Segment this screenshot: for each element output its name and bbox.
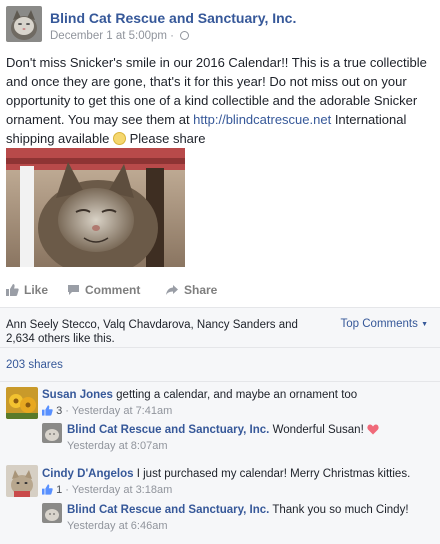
smile-emoji-icon (112, 132, 126, 145)
share-button[interactable]: Share (165, 283, 217, 297)
comment-icon (68, 285, 79, 295)
post-meta: December 1 at 5:00pm · (50, 30, 190, 42)
reply-time[interactable]: Yesterday at 8:07am (67, 439, 168, 454)
share-label: Share (184, 283, 218, 297)
comment-label: Comment (85, 283, 141, 297)
comment-text: getting a calendar, and maybe an ornamen… (112, 389, 358, 401)
post-actions: Like Comment Share (0, 283, 440, 303)
reply-avatar[interactable] (42, 503, 62, 523)
comment-button[interactable]: Comment (67, 283, 140, 297)
likes-summary[interactable]: Ann Seely Stecco, Valq Chavdarova, Nancy… (6, 318, 326, 346)
feedback-section: Ann Seely Stecco, Valq Chavdarova, Nancy… (0, 307, 440, 544)
comment-author-link[interactable]: Susan Jones (42, 389, 113, 401)
post-timestamp[interactable]: December 1 at 5:00pm (50, 30, 167, 42)
shares-link[interactable]: 203 shares (6, 359, 63, 371)
thumbs-up-icon (42, 484, 53, 495)
reply-item: Blind Cat Rescue and Sanctuary, Inc. Won… (67, 423, 434, 438)
post-text-part: Please share (125, 131, 206, 146)
page-name-link[interactable]: Blind Cat Rescue and Sanctuary, Inc. (50, 10, 296, 26)
comment-text: I just purchased my calendar! Merry Chri… (133, 468, 411, 480)
reply-author-link[interactable]: Blind Cat Rescue and Sanctuary, Inc. (67, 424, 269, 436)
share-icon (166, 285, 178, 295)
page-avatar[interactable] (6, 6, 42, 42)
reply-avatar[interactable] (42, 423, 62, 443)
post-photo[interactable] (6, 148, 185, 267)
divider (0, 381, 440, 382)
comment-time[interactable]: · Yesterday at 3:18am (62, 484, 172, 496)
thumbs-up-icon (42, 405, 53, 416)
like-label: Like (24, 283, 49, 297)
post-text: Don't miss Snicker's smile in our 2016 C… (6, 53, 434, 148)
comment-item: Susan Jones getting a calendar, and mayb… (42, 388, 434, 403)
reply-item: Blind Cat Rescue and Sanctuary, Inc. Tha… (67, 503, 434, 518)
reply-author-link[interactable]: Blind Cat Rescue and Sanctuary, Inc. (67, 504, 269, 516)
divider (0, 307, 440, 308)
comment-meta: 1 · Yesterday at 3:18am (42, 483, 172, 498)
post-header: Blind Cat Rescue and Sanctuary, Inc. Dec… (6, 6, 436, 46)
reply-text: Thank you so much Cindy! (269, 504, 409, 516)
comment-author-link[interactable]: Cindy D'Angelos (42, 468, 134, 480)
caret-down-icon: ▼ (421, 321, 428, 328)
divider (0, 347, 440, 348)
reply-text: Wonderful Susan! (269, 424, 367, 436)
top-comments-dropdown[interactable]: Top Comments ▼ (341, 318, 428, 330)
meta-separator: · (166, 30, 178, 42)
reply-time[interactable]: Yesterday at 6:46am (67, 519, 168, 534)
thumbs-up-icon (6, 284, 19, 296)
sort-label: Top Comments (340, 318, 418, 330)
commenter-avatar[interactable] (6, 465, 38, 497)
commenter-avatar[interactable] (6, 387, 38, 419)
heart-icon (367, 424, 379, 435)
comment-item: Cindy D'Angelos I just purchased my cale… (42, 467, 434, 482)
comment-time[interactable]: · Yesterday at 7:41am (62, 405, 172, 417)
globe-icon (180, 31, 190, 40)
like-button[interactable]: Like (6, 283, 48, 297)
post-link[interactable]: http://blindcatrescue.net (193, 112, 331, 127)
comment-meta: 3 · Yesterday at 7:41am (42, 404, 172, 419)
